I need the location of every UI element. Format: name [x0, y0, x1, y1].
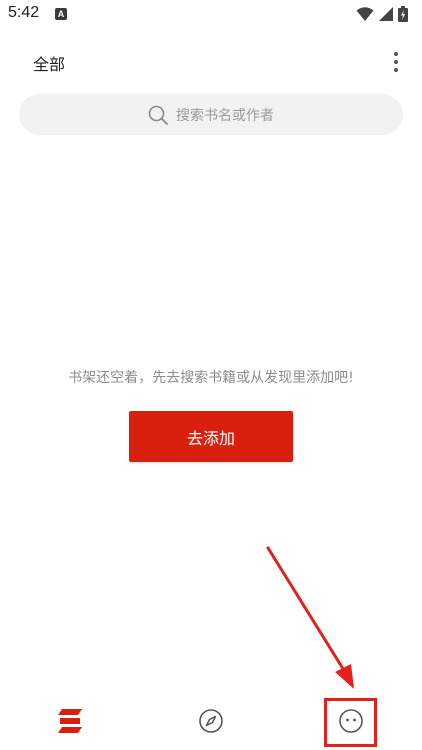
- nav-item-profile[interactable]: [331, 701, 371, 741]
- bookshelf-icon: [58, 709, 82, 733]
- more-options-button[interactable]: [384, 48, 408, 76]
- empty-state-message: 书架还空着，先去搜索书籍或从发现里添加吧!: [68, 370, 354, 386]
- more-dot-icon: [394, 60, 398, 64]
- app-screen: 5:42 A 全部 搜索书名或作者 书架还空着，先去搜索书籍或从发现里添加吧! …: [0, 0, 422, 750]
- page-title[interactable]: 全部: [33, 51, 65, 75]
- nav-item-discover[interactable]: [191, 701, 231, 741]
- status-time: 5:42: [8, 4, 40, 21]
- more-dot-icon: [394, 52, 398, 56]
- signal-icon: [379, 7, 393, 21]
- search-placeholder: 搜索书名或作者: [176, 107, 274, 124]
- bottom-navigation: [0, 695, 422, 750]
- compass-icon: [199, 709, 223, 733]
- search-icon: [148, 105, 168, 125]
- add-books-button[interactable]: 去添加: [129, 411, 293, 462]
- nav-item-bookshelf[interactable]: [50, 701, 90, 741]
- notification-app-icon: A: [55, 8, 67, 20]
- more-dot-icon: [394, 68, 398, 72]
- status-bar: 5:42 A: [0, 0, 422, 30]
- search-input[interactable]: 搜索书名或作者: [19, 94, 403, 135]
- app-header: 全部: [0, 40, 422, 84]
- status-icons: [356, 6, 416, 22]
- face-icon: [339, 709, 363, 733]
- wifi-icon: [356, 7, 374, 21]
- search-inner: 搜索书名或作者: [148, 105, 274, 125]
- battery-icon: [398, 6, 408, 22]
